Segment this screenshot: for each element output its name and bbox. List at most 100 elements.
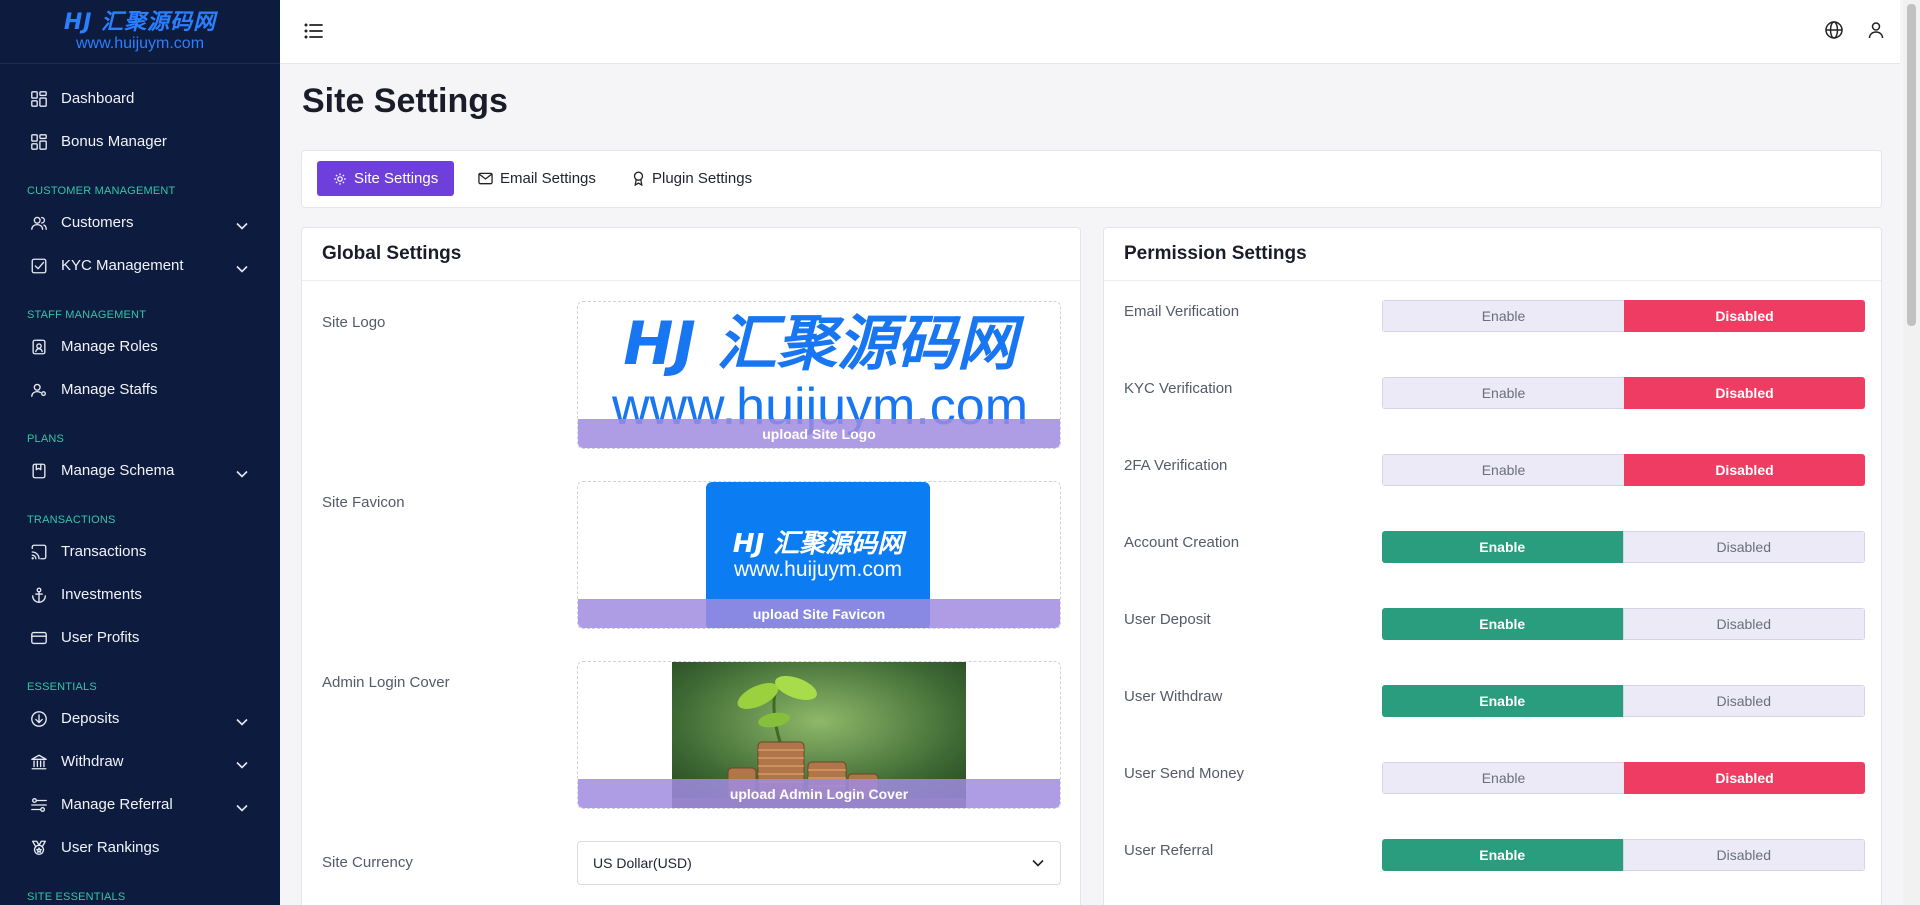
site-logo-upload[interactable]: HJ 汇聚源码网 www.huijuym.com upload Site Log… bbox=[577, 301, 1061, 449]
sliders-icon bbox=[29, 795, 49, 815]
disabled-option[interactable]: Disabled bbox=[1622, 839, 1865, 871]
disabled-option[interactable]: Disabled bbox=[1624, 377, 1865, 409]
permission-label: User Send Money bbox=[1124, 765, 1245, 782]
disabled-option[interactable]: Disabled bbox=[1622, 608, 1865, 640]
chevron-down-icon[interactable] bbox=[236, 465, 248, 478]
sidebar-item-user-rankings[interactable]: User Rankings bbox=[0, 826, 280, 869]
sidebar-section-essentials: ESSENTIALS bbox=[27, 681, 97, 693]
tab-plugin-settings[interactable]: Plugin Settings bbox=[616, 161, 768, 196]
enable-option[interactable]: Enable bbox=[1382, 300, 1624, 332]
sidebar-item-user-profits[interactable]: User Profits bbox=[0, 616, 280, 659]
sidebar-item-label: Dashboard bbox=[61, 90, 135, 107]
sidebar-item-bonus-manager[interactable]: Bonus Manager bbox=[0, 120, 280, 163]
site-currency-value: US Dollar(USD) bbox=[593, 855, 692, 871]
permission-row: User Send Money Enable Disabled bbox=[1124, 762, 1865, 796]
permission-row: KYC Verification Enable Disabled bbox=[1124, 377, 1865, 411]
sidebar-item-manage-referral[interactable]: Manage Referral bbox=[0, 783, 280, 826]
card-icon bbox=[29, 628, 49, 648]
disabled-option[interactable]: Disabled bbox=[1622, 531, 1865, 563]
enable-option[interactable]: Enable bbox=[1382, 608, 1623, 640]
mail-icon bbox=[478, 172, 493, 185]
user-gear-icon bbox=[29, 380, 49, 400]
global-settings-card: Global Settings Site Logo HJ 汇聚源码网 www.h… bbox=[301, 227, 1081, 905]
chevron-down-icon[interactable] bbox=[236, 713, 248, 726]
tab-site-settings[interactable]: Site Settings bbox=[317, 161, 455, 196]
site-currency-label: Site Currency bbox=[322, 854, 413, 871]
sidebar-item-dashboard[interactable]: Dashboard bbox=[0, 77, 280, 120]
permission-label: 2FA Verification bbox=[1124, 457, 1228, 474]
admin-login-cover-upload[interactable]: upload Admin Login Cover bbox=[577, 661, 1061, 809]
chevron-down-icon[interactable] bbox=[236, 756, 248, 769]
enable-option[interactable]: Enable bbox=[1382, 531, 1623, 563]
permission-toggle: Enable Disabled bbox=[1382, 531, 1865, 563]
menu-toggle-icon[interactable] bbox=[304, 22, 324, 45]
sidebar-section-transactions: TRANSACTIONS bbox=[27, 514, 116, 526]
brand-name: HJ 汇聚源码网 bbox=[63, 9, 217, 35]
user-icon[interactable] bbox=[1866, 20, 1886, 45]
bank-icon bbox=[29, 752, 49, 772]
arrow-down-circle-icon bbox=[29, 709, 49, 729]
site-logo-label: Site Logo bbox=[322, 314, 386, 331]
chevron-down-icon[interactable] bbox=[236, 217, 248, 230]
favicon-url-text: www.huijuym.com bbox=[733, 558, 903, 581]
users-icon bbox=[29, 213, 49, 233]
sidebar-item-withdraw[interactable]: Withdraw bbox=[0, 740, 280, 783]
sidebar-item-manage-schema[interactable]: Manage Schema bbox=[0, 449, 280, 492]
disabled-option[interactable]: Disabled bbox=[1624, 762, 1865, 794]
disabled-option[interactable]: Disabled bbox=[1624, 300, 1865, 332]
enable-option[interactable]: Enable bbox=[1382, 762, 1624, 794]
tab-email-settings[interactable]: Email Settings bbox=[462, 161, 612, 196]
upload-admin-login-cover-button[interactable]: upload Admin Login Cover bbox=[578, 779, 1060, 808]
cast-icon bbox=[29, 542, 49, 562]
checkbox-icon bbox=[29, 256, 49, 276]
gear-icon bbox=[334, 172, 346, 185]
globe-icon[interactable] bbox=[1824, 20, 1844, 45]
sidebar-item-label: Investments bbox=[61, 586, 142, 603]
chevron-down-icon[interactable] bbox=[236, 799, 248, 812]
sidebar-item-kyc-management[interactable]: KYC Management bbox=[0, 244, 280, 287]
sidebar-item-customers[interactable]: Customers bbox=[0, 201, 280, 244]
permission-label: User Deposit bbox=[1124, 611, 1211, 628]
anchor-icon bbox=[29, 585, 49, 605]
site-favicon-upload[interactable]: HJ 汇聚源码网 www.huijuym.com upload Site Fav… bbox=[577, 481, 1061, 629]
enable-option[interactable]: Enable bbox=[1382, 839, 1623, 871]
sidebar: HJ 汇聚源码网 www.huijuym.com Dashboard Bonus … bbox=[0, 0, 280, 905]
sidebar-item-label: Manage Roles bbox=[61, 338, 158, 355]
sidebar-item-manage-staffs[interactable]: Manage Staffs bbox=[0, 368, 280, 411]
permission-toggle: Enable Disabled bbox=[1382, 608, 1865, 640]
sidebar-item-deposits[interactable]: Deposits bbox=[0, 697, 280, 740]
permission-toggle: Enable Disabled bbox=[1382, 685, 1865, 717]
permission-label: KYC Verification bbox=[1124, 380, 1233, 397]
brand-logo[interactable]: HJ 汇聚源码网 www.huijuym.com bbox=[0, 0, 280, 64]
sidebar-item-label: User Profits bbox=[61, 629, 140, 646]
scrollbar-thumb[interactable] bbox=[1907, 4, 1916, 326]
upload-site-logo-button[interactable]: upload Site Logo bbox=[578, 419, 1060, 448]
favicon-brand-text: HJ 汇聚源码网 bbox=[732, 529, 904, 559]
permission-row: User Deposit Enable Disabled bbox=[1124, 608, 1865, 642]
sidebar-item-manage-roles[interactable]: Manage Roles bbox=[0, 325, 280, 368]
enable-option[interactable]: Enable bbox=[1382, 377, 1624, 409]
sidebar-item-label: Transactions bbox=[61, 543, 147, 560]
enable-option[interactable]: Enable bbox=[1382, 685, 1623, 717]
site-favicon-label: Site Favicon bbox=[322, 494, 405, 511]
tab-label: Plugin Settings bbox=[652, 170, 753, 187]
tab-label: Email Settings bbox=[500, 170, 596, 187]
sidebar-item-label: User Rankings bbox=[61, 839, 160, 856]
badge-icon bbox=[29, 337, 49, 357]
upload-site-favicon-button[interactable]: upload Site Favicon bbox=[578, 599, 1060, 628]
dashboard-icon bbox=[29, 89, 49, 109]
chevron-down-icon[interactable] bbox=[236, 260, 248, 273]
sidebar-item-transactions[interactable]: Transactions bbox=[0, 530, 280, 573]
medal-icon bbox=[29, 838, 49, 858]
permission-toggle: Enable Disabled bbox=[1382, 377, 1865, 409]
sidebar-item-investments[interactable]: Investments bbox=[0, 573, 280, 616]
sidebar-item-label: Bonus Manager bbox=[61, 133, 167, 150]
disabled-option[interactable]: Disabled bbox=[1622, 685, 1865, 717]
site-currency-select[interactable]: US Dollar(USD) bbox=[577, 841, 1061, 885]
permission-toggle: Enable Disabled bbox=[1382, 762, 1865, 794]
permission-toggle: Enable Disabled bbox=[1382, 839, 1865, 871]
tab-label: Site Settings bbox=[354, 170, 439, 187]
disabled-option[interactable]: Disabled bbox=[1624, 454, 1865, 486]
page-scrollbar[interactable] bbox=[1903, 0, 1920, 905]
enable-option[interactable]: Enable bbox=[1382, 454, 1624, 486]
